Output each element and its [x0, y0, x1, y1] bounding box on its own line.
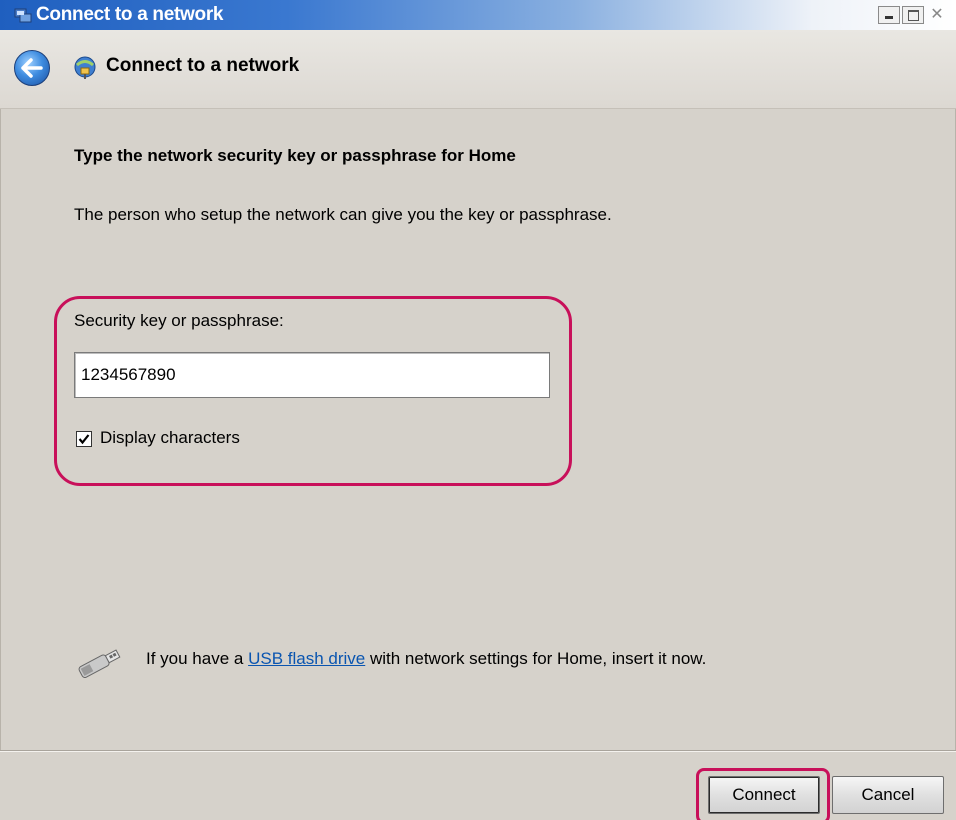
footer: Connect Cancel	[0, 752, 956, 820]
close-button[interactable]: ✕	[926, 6, 948, 24]
security-key-input[interactable]	[74, 352, 550, 398]
display-characters-checkbox[interactable]	[76, 431, 92, 447]
window-title: Connect to a network	[36, 4, 224, 25]
checkmark-icon	[78, 434, 90, 445]
cancel-button[interactable]: Cancel	[832, 776, 944, 814]
key-prompt-description: The person who setup the network can giv…	[74, 205, 612, 224]
display-characters-label[interactable]: Display characters	[100, 428, 240, 448]
usb-text-prefix: If you have a	[146, 649, 249, 668]
key-prompt-heading: Type the network security key or passphr…	[74, 146, 516, 165]
network-icon	[74, 56, 96, 79]
window-controls: ✕	[878, 6, 948, 24]
back-arrow-icon	[21, 58, 43, 78]
title-bar[interactable]: Connect to a network ✕	[0, 0, 956, 30]
network-app-icon	[14, 8, 32, 23]
usb-instruction: If you have a USB flash drive with netwo…	[146, 649, 706, 669]
connect-button[interactable]: Connect	[708, 776, 820, 814]
minimize-button[interactable]	[878, 6, 900, 24]
navigation-bar: Connect to a network	[0, 30, 956, 109]
maximize-button[interactable]	[902, 6, 924, 24]
security-key-label: Security key or passphrase:	[74, 311, 284, 330]
usb-flash-drive-link[interactable]: USB flash drive	[248, 649, 365, 668]
usb-text-suffix: with network settings for Home, insert i…	[365, 649, 707, 668]
content-area: Type the network security key or passphr…	[0, 108, 956, 748]
connect-network-window: Connect to a network ✕ Connect to a netw…	[0, 0, 956, 820]
page-title: Connect to a network	[106, 55, 300, 76]
back-button[interactable]	[14, 50, 50, 86]
usb-drive-icon	[78, 649, 121, 679]
